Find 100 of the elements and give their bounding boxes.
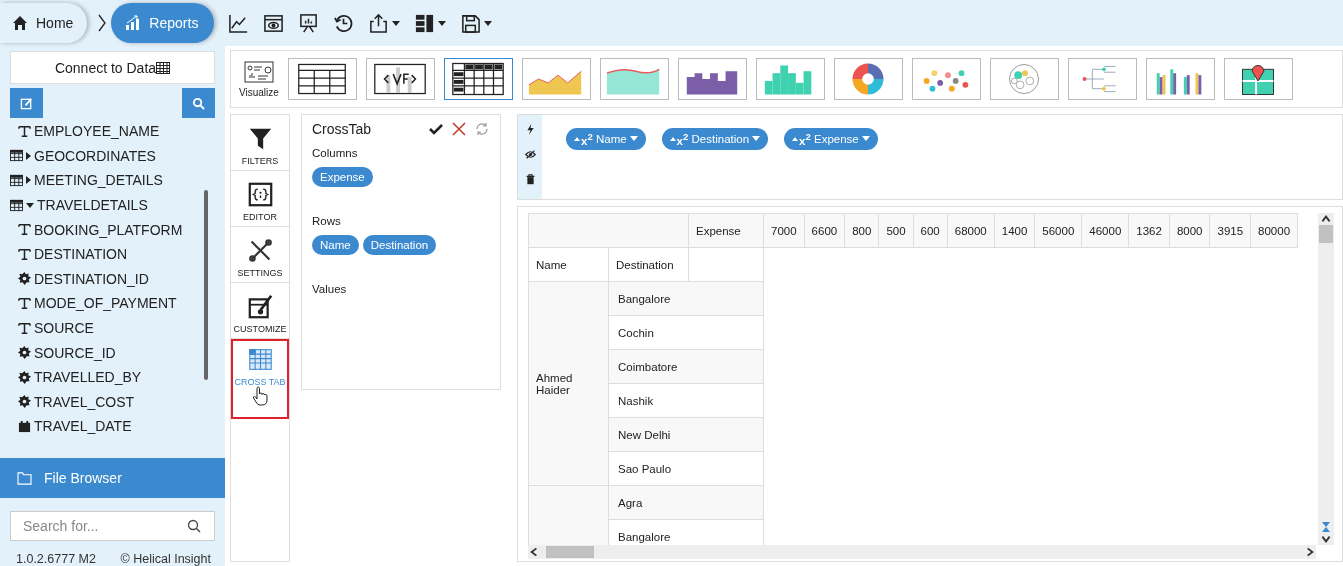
file-browser-bar[interactable]: File Browser: [0, 458, 225, 498]
gear-icon: [18, 272, 31, 286]
tree-item[interactable]: TRAVEL_DATE: [10, 414, 225, 439]
tree-item[interactable]: BOOKING_PLATFORM: [10, 217, 225, 242]
table-icon: [156, 61, 171, 74]
gear-icon: [18, 346, 31, 360]
filter-icon: [247, 126, 273, 151]
scrollbar-thumb[interactable]: [1319, 225, 1333, 243]
table-cell: Ahmed Haider: [528, 281, 609, 486]
tree-item[interactable]: TRAVEL_COST: [10, 389, 225, 415]
history-icon: [333, 12, 355, 34]
copyright-text: © Helical Insight: [120, 552, 211, 566]
close-icon: [452, 121, 466, 136]
scrollbar-thumb[interactable]: [204, 190, 208, 380]
table-cell: Cochin: [608, 315, 764, 350]
field-chip[interactable]: x$^{2}$ Name: [566, 128, 646, 150]
save-icon: [460, 12, 482, 34]
text-type-icon: [18, 223, 31, 237]
row-header: Name: [528, 247, 609, 282]
table-cell: Nashik: [608, 383, 764, 418]
search-field[interactable]: Search for...: [10, 511, 215, 541]
field-pill[interactable]: Name: [312, 235, 359, 255]
editor-icon: [247, 182, 273, 207]
table-cell: Bangalore: [608, 281, 764, 316]
customize-icon: [247, 294, 273, 319]
scrollbar-thumb[interactable]: [546, 546, 594, 558]
connect-to-data-button[interactable]: Connect to Data: [10, 51, 215, 84]
eye-window-icon: [263, 12, 285, 34]
tree-item[interactable]: MODE_OF_PAYMENT: [10, 291, 225, 316]
column-header: 500: [878, 213, 914, 248]
refresh-button[interactable]: [475, 121, 490, 137]
bar-chart-icon: [125, 15, 142, 31]
apply-button[interactable]: [429, 121, 444, 137]
chevron-right-icon: [97, 13, 108, 33]
crosstab-icon: [247, 347, 273, 372]
layout-icon: [414, 12, 436, 34]
column-header: 80000: [1250, 213, 1298, 248]
column-header: 7000: [763, 213, 805, 248]
search-icon: [187, 519, 201, 533]
tree-item[interactable]: TRAVELLED_BY: [10, 364, 225, 390]
text-type-icon: [18, 247, 31, 261]
field-pill[interactable]: Destination: [362, 235, 437, 255]
tree-item[interactable]: MEETING_DETAILS: [10, 168, 225, 193]
table-cell: Coimbatore: [608, 349, 764, 384]
hand-cursor-icon: [252, 386, 268, 406]
table-chart-option[interactable]: [287, 58, 357, 100]
settings-icon: [247, 238, 273, 263]
side-tab[interactable]: CROSS TAB: [231, 339, 289, 419]
grouped-bar-chart-option[interactable]: [1145, 58, 1215, 100]
version-text: 1.0.2.6777 M2: [16, 552, 96, 566]
table-cell: Sao Paulo: [608, 451, 764, 486]
checkmark-icon: [429, 121, 443, 136]
column-header: 3915: [1210, 213, 1251, 248]
breadcrumb-link[interactable]: Reports: [111, 3, 215, 43]
field-pill[interactable]: Expense: [312, 167, 373, 187]
field-chip[interactable]: x$^{2}$ Expense: [784, 128, 878, 150]
tree-item[interactable]: SOURCE: [10, 315, 225, 341]
file-browser-label: File Browser: [44, 470, 122, 486]
tree-item[interactable]: SOURCE_ID: [10, 340, 225, 365]
text-type-icon: [18, 124, 31, 138]
search-icon: [192, 96, 205, 110]
search-button[interactable]: [182, 88, 215, 118]
column-header: Expense: [688, 213, 764, 248]
map-chart-option[interactable]: [1223, 58, 1293, 100]
column-header: 600: [913, 213, 948, 248]
column-header: 800: [844, 213, 879, 248]
breadcrumb-link[interactable]: Home: [0, 3, 88, 43]
hidden-eye-icon[interactable]: [524, 149, 536, 160]
crosstab-chart-option[interactable]: [443, 58, 513, 100]
table-icon: [10, 198, 23, 212]
edit-icon: [20, 96, 33, 110]
refresh-icon: [475, 121, 489, 136]
tree-item[interactable]: DESTINATION: [10, 241, 225, 267]
dashboard-icon: [243, 60, 274, 85]
trash-icon[interactable]: [524, 174, 536, 185]
calendar-icon: [18, 419, 31, 433]
step-chart-option[interactable]: [677, 58, 747, 100]
tree-item[interactable]: TRAVELDETAILS: [10, 192, 225, 218]
section-label: Columns: [312, 147, 359, 159]
expand-arrow-icon[interactable]: [26, 176, 31, 185]
field-chip[interactable]: x$^{2}$ Destination: [661, 128, 769, 150]
column-header: 46000: [1081, 213, 1129, 248]
tree-item[interactable]: EMPLOYEE_NAME: [10, 119, 225, 144]
column-header: 1400: [994, 213, 1035, 248]
donut-chart-option[interactable]: [833, 58, 903, 100]
line-chart-icon: [228, 12, 250, 34]
visualize-button[interactable]: Visualize: [239, 60, 279, 98]
expand-arrow-icon[interactable]: [26, 202, 34, 208]
edit-button[interactable]: [10, 88, 43, 118]
caret-icon: [438, 20, 447, 26]
tree-item[interactable]: DESTINATION_ID: [10, 266, 225, 292]
expand-arrow-icon[interactable]: [26, 151, 31, 160]
vf-chart-option[interactable]: [365, 58, 435, 100]
close-button[interactable]: [452, 121, 467, 137]
section-label: Rows: [312, 215, 342, 227]
area-chart-option[interactable]: [599, 58, 669, 100]
table-icon: [10, 149, 23, 163]
scatter-chart-option[interactable]: [911, 58, 981, 100]
caret-icon: [484, 20, 493, 26]
tree-item[interactable]: GEOCORDINATES: [10, 143, 225, 169]
